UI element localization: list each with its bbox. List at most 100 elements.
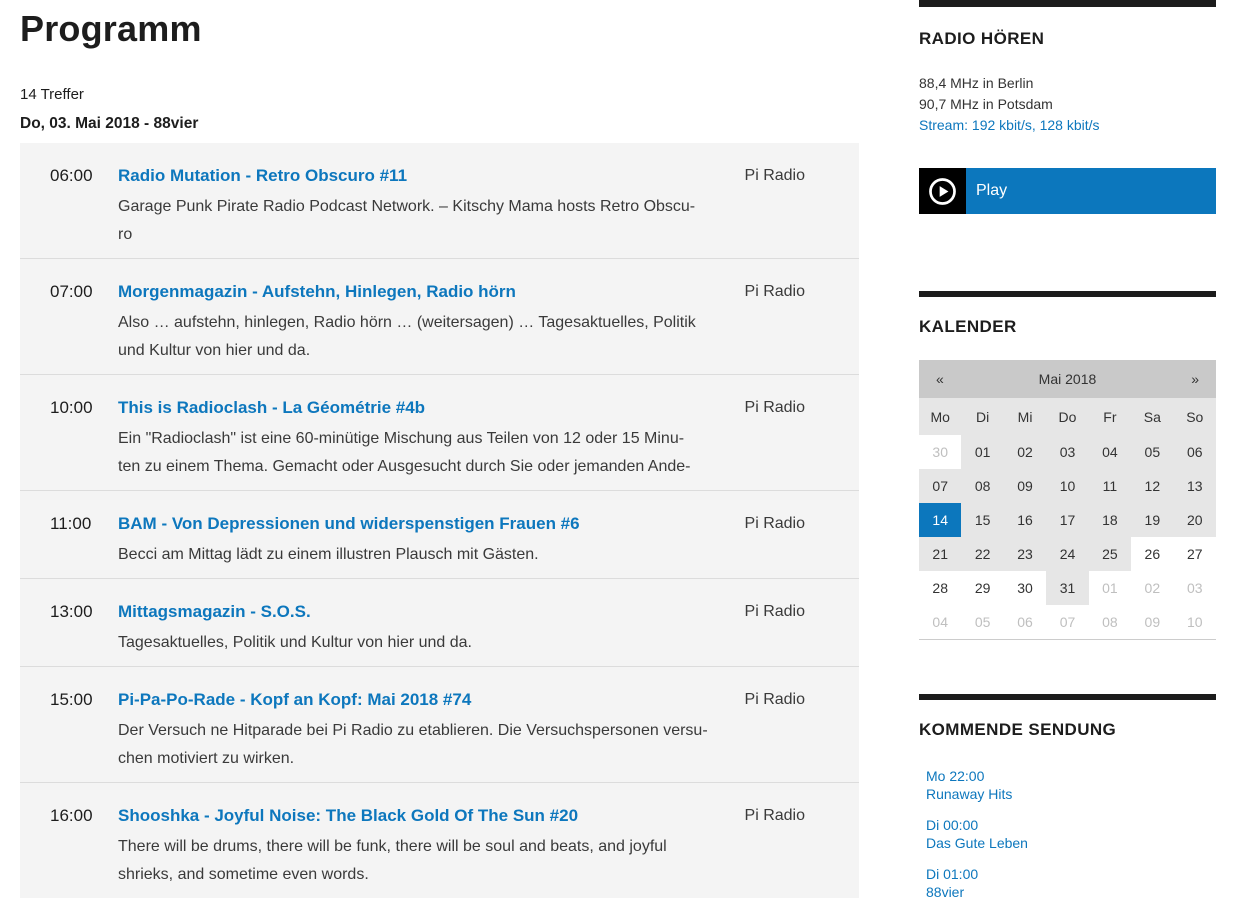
calendar-day[interactable]: 02 xyxy=(1004,435,1046,469)
calendar-dayname: Sa xyxy=(1131,398,1173,435)
entry-time: 10:00 xyxy=(50,396,118,420)
kommende-sendung-heading: KOMMENDE SENDUNG xyxy=(919,720,1216,740)
calendar-day[interactable]: 25 xyxy=(1089,537,1131,571)
calendar-day[interactable]: 01 xyxy=(1089,571,1131,605)
kalender-heading: KALENDER xyxy=(919,317,1216,337)
upcoming-item[interactable]: Di 01:00 88vier xyxy=(919,865,1216,901)
program-list: 06:00 Radio Mutation - Retro Obscuro #11… xyxy=(20,143,859,898)
entry-description: Tagesaktuelles, Politik und Kultur von h… xyxy=(118,629,778,657)
program-entry: 13:00 Mittagsmagazin - S.O.S. Pi Radio T… xyxy=(20,579,859,667)
entry-title-link[interactable]: BAM - Von Depressionen und widerspenstig… xyxy=(118,512,745,536)
calendar-day[interactable]: 05 xyxy=(1131,435,1173,469)
calendar-day-selected[interactable]: 14 xyxy=(919,503,961,537)
calendar-day[interactable]: 10 xyxy=(1046,469,1088,503)
calendar-day[interactable]: 03 xyxy=(1046,435,1088,469)
section-divider-bar xyxy=(919,694,1216,700)
upcoming-list: Mo 22:00 Runaway Hits Di 00:00 Das Gute … xyxy=(919,767,1216,901)
entry-description: Der Versuch ne Hitparade bei Pi Radio zu… xyxy=(118,717,778,773)
calendar-day[interactable]: 15 xyxy=(961,503,1003,537)
play-label: Play xyxy=(966,168,1216,214)
entry-station: Pi Radio xyxy=(745,164,805,188)
entry-station: Pi Radio xyxy=(745,804,805,828)
calendar-day[interactable]: 26 xyxy=(1131,537,1173,571)
calendar-day[interactable]: 18 xyxy=(1089,503,1131,537)
program-entry: 11:00 BAM - Von Depressionen und widersp… xyxy=(20,491,859,579)
entry-station: Pi Radio xyxy=(745,688,805,712)
calendar-day[interactable]: 04 xyxy=(1089,435,1131,469)
play-icon xyxy=(919,168,966,214)
calendar-day[interactable]: 08 xyxy=(961,469,1003,503)
calendar-dayname: Mi xyxy=(1004,398,1046,435)
entry-title-link[interactable]: Morgenmagazin - Aufstehn, Hinlegen, Radi… xyxy=(118,280,745,304)
upcoming-time: Di 00:00 xyxy=(926,816,1216,834)
section-divider-bar xyxy=(919,0,1216,7)
entry-time: 15:00 xyxy=(50,688,118,712)
calendar-day[interactable]: 12 xyxy=(1131,469,1173,503)
calendar-day[interactable]: 01 xyxy=(961,435,1003,469)
calendar-day[interactable]: 02 xyxy=(1131,571,1173,605)
results-count: 14 Treffer xyxy=(20,86,859,103)
calendar-day[interactable]: 17 xyxy=(1046,503,1088,537)
calendar-day[interactable]: 03 xyxy=(1174,571,1216,605)
entry-title-link[interactable]: This is Radioclash - La Géométrie #4b xyxy=(118,396,745,420)
entry-description: Ein "Radioclash" ist eine 60-minütige Mi… xyxy=(118,425,778,481)
calendar-day[interactable]: 20 xyxy=(1174,503,1216,537)
calendar-day[interactable]: 06 xyxy=(1174,435,1216,469)
calendar-day[interactable]: 09 xyxy=(1004,469,1046,503)
calendar-day[interactable]: 05 xyxy=(961,605,1003,640)
calendar-day[interactable]: 06 xyxy=(1004,605,1046,640)
entry-station: Pi Radio xyxy=(745,396,805,420)
calendar-day[interactable]: 07 xyxy=(919,469,961,503)
calendar-day[interactable]: 28 xyxy=(919,571,961,605)
upcoming-show-name: 88vier xyxy=(926,883,1216,901)
calendar-day[interactable]: 19 xyxy=(1131,503,1173,537)
calendar-day[interactable]: 31 xyxy=(1046,571,1088,605)
entry-title-link[interactable]: Shooshka - Joyful Noise: The Black Gold … xyxy=(118,804,745,828)
calendar-day[interactable]: 13 xyxy=(1174,469,1216,503)
entry-time: 06:00 xyxy=(50,164,118,188)
calendar-day[interactable]: 29 xyxy=(961,571,1003,605)
calendar-day[interactable]: 08 xyxy=(1089,605,1131,640)
calendar-day[interactable]: 24 xyxy=(1046,537,1088,571)
program-entry: 10:00 This is Radioclash - La Géométrie … xyxy=(20,375,859,491)
stream-links[interactable]: Stream: 192 kbit/s, 128 kbit/s xyxy=(919,115,1216,136)
entry-station: Pi Radio xyxy=(745,280,805,304)
play-button[interactable]: Play xyxy=(919,168,1216,214)
calendar-day[interactable]: 21 xyxy=(919,537,961,571)
page-title: Programm xyxy=(20,8,859,50)
entry-title-link[interactable]: Radio Mutation - Retro Obscuro #11 xyxy=(118,164,745,188)
main-content: Programm 14 Treffer Do, 03. Mai 2018 - 8… xyxy=(20,0,859,898)
calendar-day[interactable]: 30 xyxy=(919,435,961,469)
calendar-dayname: Di xyxy=(961,398,1003,435)
entry-description: Garage Punk Pirate Radio Podcast Network… xyxy=(118,193,778,249)
calendar-dayname: Mo xyxy=(919,398,961,435)
calendar: « Mai 2018 » Mo Di Mi Do Fr Sa So 30 01 … xyxy=(919,360,1216,640)
upcoming-time: Mo 22:00 xyxy=(926,767,1216,785)
calendar-day[interactable]: 27 xyxy=(1174,537,1216,571)
entry-title-link[interactable]: Pi-Pa-Po-Rade - Kopf an Kopf: Mai 2018 #… xyxy=(118,688,745,712)
calendar-day[interactable]: 09 xyxy=(1131,605,1173,640)
calendar-day[interactable]: 23 xyxy=(1004,537,1046,571)
sidebar: RADIO HÖREN 88,4 MHz in Berlin 90,7 MHz … xyxy=(919,0,1216,914)
entry-time: 07:00 xyxy=(50,280,118,304)
calendar-day[interactable]: 30 xyxy=(1004,571,1046,605)
calendar-day[interactable]: 22 xyxy=(961,537,1003,571)
upcoming-show-name: Runaway Hits xyxy=(926,785,1216,803)
date-heading: Do, 03. Mai 2018 - 88vier xyxy=(20,115,859,133)
upcoming-item[interactable]: Mo 22:00 Runaway Hits xyxy=(919,767,1216,803)
program-entry: 15:00 Pi-Pa-Po-Rade - Kopf an Kopf: Mai … xyxy=(20,667,859,783)
calendar-day[interactable]: 11 xyxy=(1089,469,1131,503)
calendar-dayname: So xyxy=(1174,398,1216,435)
calendar-next-button[interactable]: » xyxy=(1174,360,1216,398)
calendar-day[interactable]: 16 xyxy=(1004,503,1046,537)
entry-time: 13:00 xyxy=(50,600,118,624)
calendar-dayname: Do xyxy=(1046,398,1088,435)
calendar-day[interactable]: 10 xyxy=(1174,605,1216,640)
upcoming-item[interactable]: Di 00:00 Das Gute Leben xyxy=(919,816,1216,852)
calendar-prev-button[interactable]: « xyxy=(919,360,961,398)
entry-title-link[interactable]: Mittagsmagazin - S.O.S. xyxy=(118,600,745,624)
program-entry: 06:00 Radio Mutation - Retro Obscuro #11… xyxy=(20,143,859,259)
calendar-day[interactable]: 04 xyxy=(919,605,961,640)
calendar-day[interactable]: 07 xyxy=(1046,605,1088,640)
calendar-dayname: Fr xyxy=(1089,398,1131,435)
